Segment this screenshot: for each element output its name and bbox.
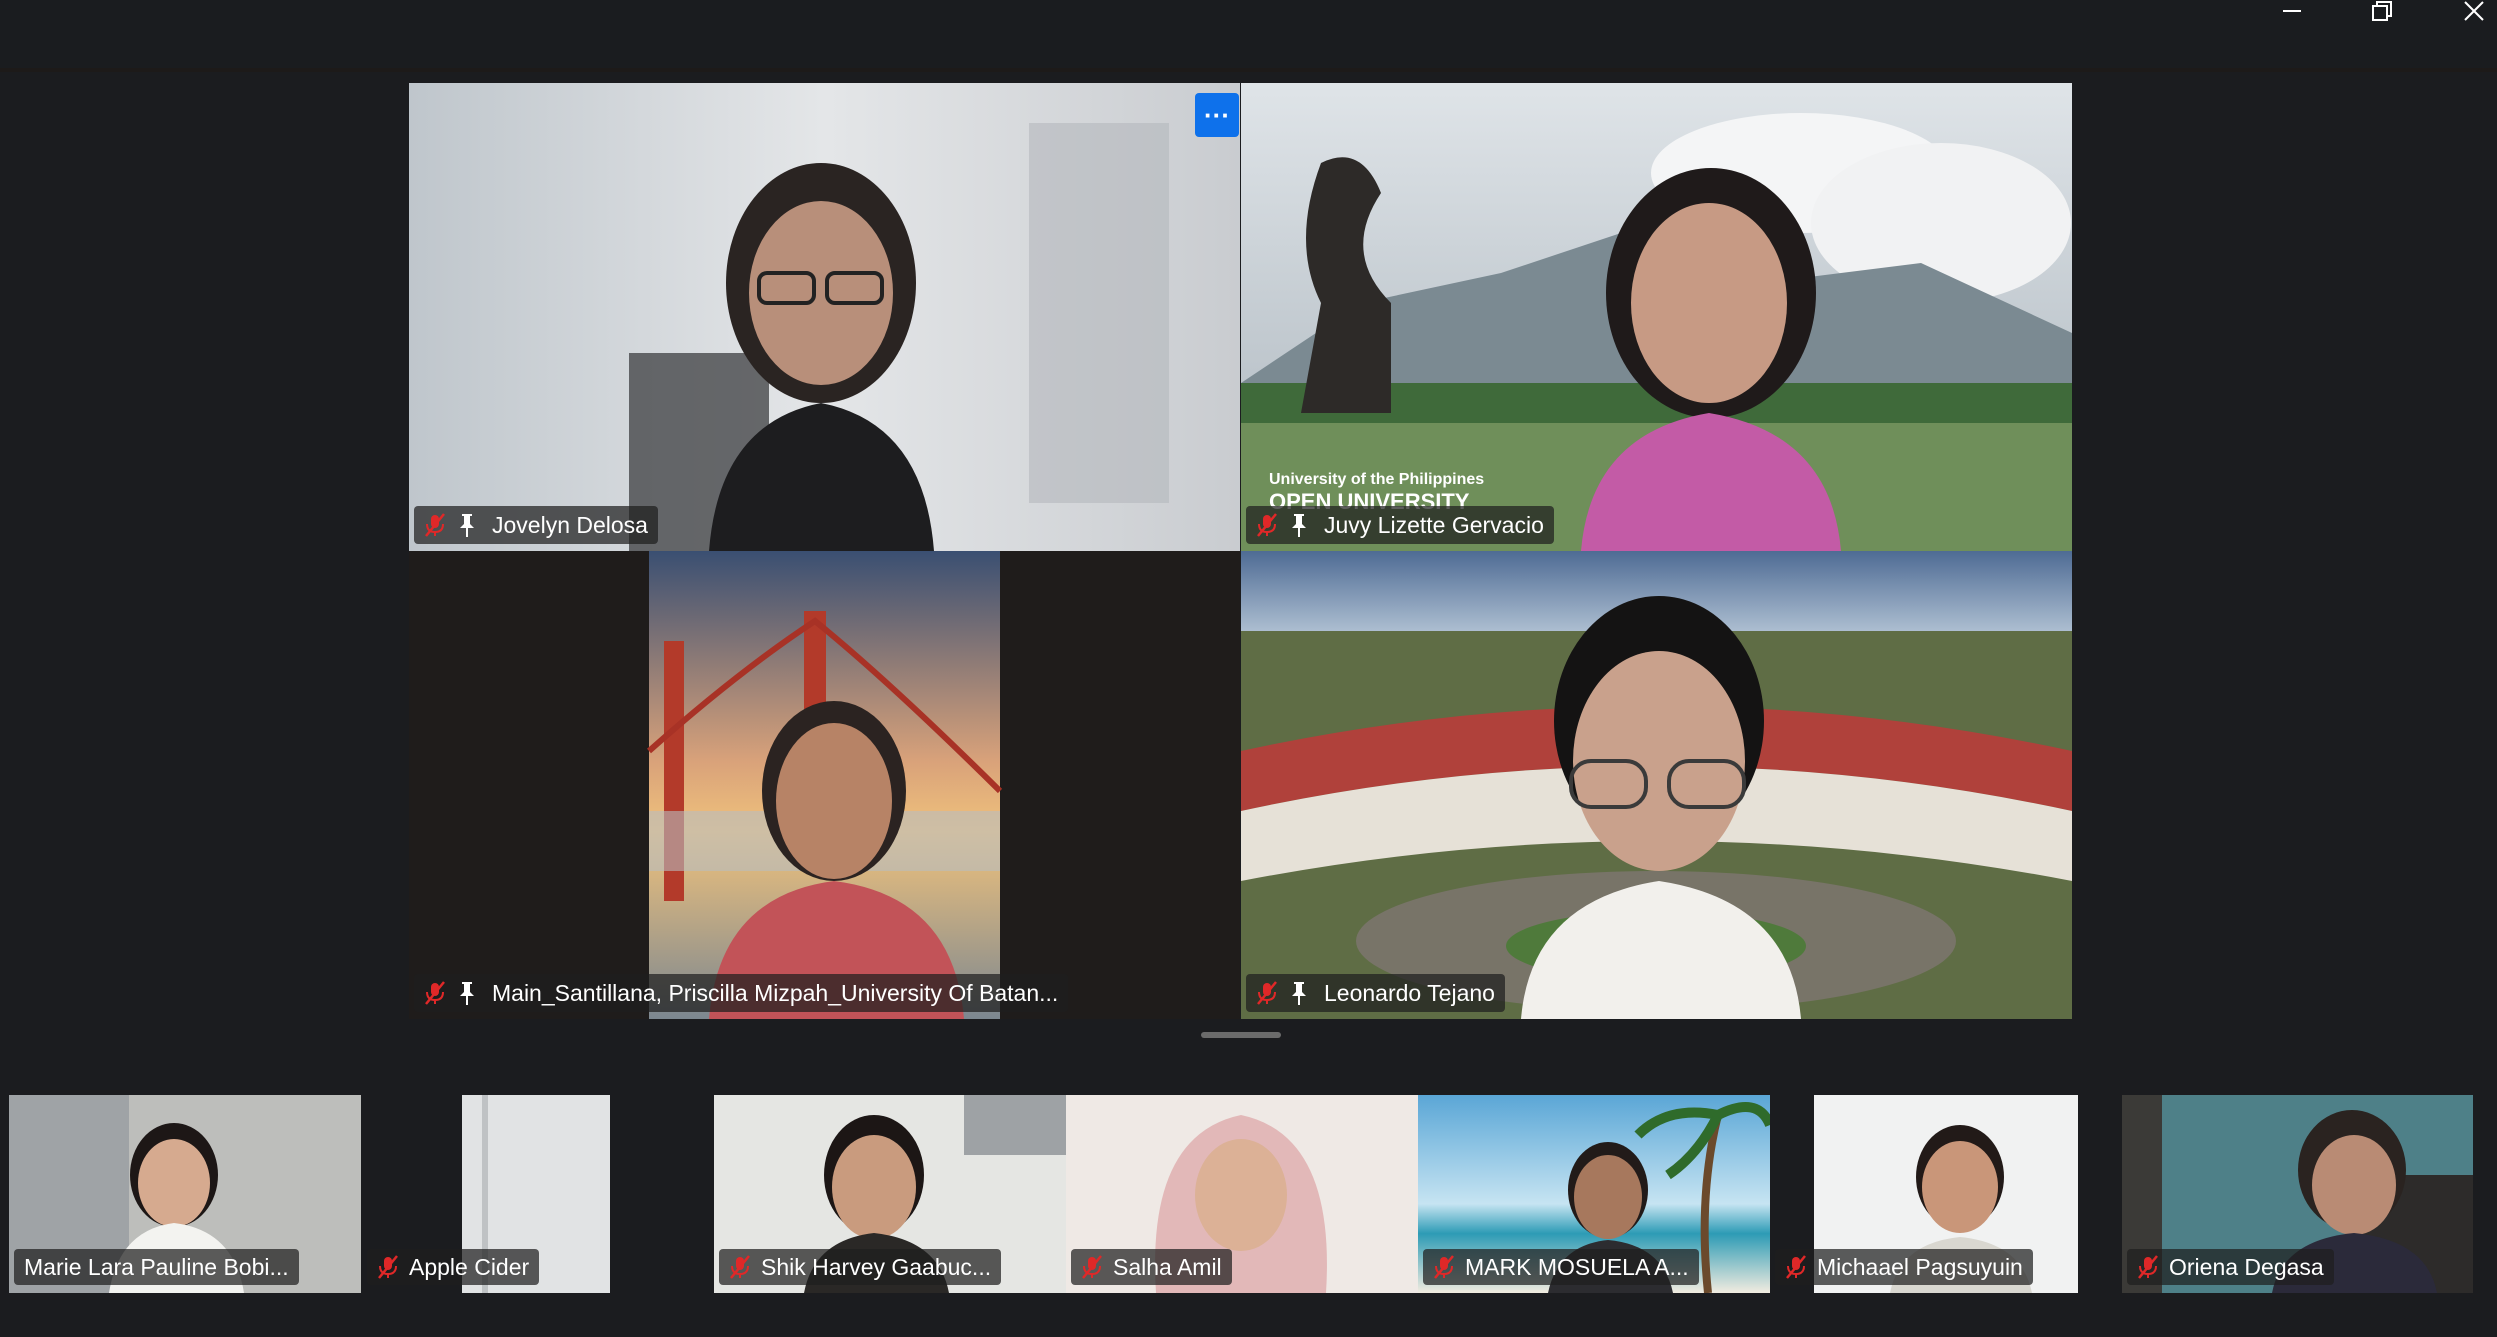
participant-name: Marie Lara Pauline Bobi...	[24, 1253, 289, 1280]
gallery-tile-michaael-pagsuyuin[interactable]: Michaael Pagsuyuin	[1770, 1095, 2122, 1293]
participant-name: Leonardo Tejano	[1324, 979, 1495, 1006]
mic-muted-icon	[1257, 513, 1277, 537]
participant-name-tag: MARK MOSUELA A...	[1423, 1249, 1699, 1285]
more-options-button[interactable]: ···	[1195, 93, 1239, 137]
pin-icon	[460, 982, 474, 1005]
title-bar-divider	[0, 68, 2497, 72]
participant-name-tag: Main_Santillana, Priscilla Mizpah_Univer…	[414, 974, 1069, 1012]
participant-name-tag: Shik Harvey Gaabuc...	[719, 1249, 1002, 1285]
participant-name: Michaael Pagsuyuin	[1817, 1253, 2023, 1280]
participant-name-tag: Michaael Pagsuyuin	[1775, 1249, 2033, 1285]
participant-name: Salha Amil	[1113, 1253, 1222, 1280]
mic-muted-icon	[1786, 1255, 1806, 1279]
participant-name-tag: Oriena Degasa	[2127, 1249, 2334, 1285]
participant-name: MARK MOSUELA A...	[1465, 1253, 1689, 1280]
participant-name-tag: Salha Amil	[1071, 1249, 1232, 1285]
participant-name: Oriena Degasa	[2169, 1253, 2324, 1280]
participant-name: Apple Cider	[409, 1253, 530, 1280]
gallery-resize-handle[interactable]	[1201, 1032, 1281, 1038]
video-tile-main-santillana[interactable]: Main_Santillana, Priscilla Mizpah_Univer…	[409, 551, 1240, 1019]
video-tile-juvy-lizette-gervacio[interactable]: University of the Philippines OPEN UNIVE…	[1241, 83, 2072, 551]
gallery-tile-salha-amil[interactable]: Salha Amil	[1066, 1095, 1418, 1293]
pin-icon	[460, 514, 474, 537]
mic-muted-icon	[425, 981, 445, 1005]
mic-muted-icon	[1257, 981, 1277, 1005]
video-tile-jovelyn-delosa[interactable]: ··· Jovelyn Delosa	[409, 83, 1240, 551]
participant-name: Shik Harvey Gaabuc...	[761, 1253, 992, 1280]
title-bar	[0, 0, 2497, 72]
gallery-tile-oriena-degasa[interactable]: Oriena Degasa	[2122, 1095, 2473, 1293]
participant-video	[409, 83, 1240, 551]
mic-muted-icon	[730, 1255, 750, 1279]
restore-icon[interactable]	[2352, 0, 2412, 24]
mic-muted-icon	[1082, 1255, 1102, 1279]
participant-video	[1241, 551, 2072, 1019]
mic-muted-icon	[425, 513, 445, 537]
gallery-tile-apple-cider[interactable]: Apple Cider	[362, 1095, 714, 1293]
participant-name-tag: Juvy Lizette Gervacio	[1246, 506, 1554, 544]
participant-name-tag: Leonardo Tejano	[1246, 974, 1505, 1012]
participant-name: Juvy Lizette Gervacio	[1324, 511, 1544, 538]
participant-name: Jovelyn Delosa	[492, 511, 648, 538]
minimize-icon[interactable]	[2262, 0, 2322, 24]
participant-name-tag: Jovelyn Delosa	[414, 506, 658, 544]
close-icon[interactable]	[2444, 0, 2497, 24]
video-tile-leonardo-tejano[interactable]: Leonardo Tejano	[1241, 551, 2072, 1019]
participant-name-tag: Apple Cider	[367, 1249, 540, 1285]
mic-muted-icon	[1434, 1255, 1454, 1279]
background-text-university: University of the Philippines	[1269, 471, 1485, 488]
pin-icon	[1292, 982, 1306, 1005]
pin-icon	[1292, 514, 1306, 537]
gallery-tile-mark-mosuela[interactable]: MARK MOSUELA A...	[1418, 1095, 1770, 1293]
participant-name-tag: Marie Lara Pauline Bobi...	[14, 1249, 299, 1285]
mic-muted-icon	[378, 1255, 398, 1279]
participant-name: Main_Santillana, Priscilla Mizpah_Univer…	[492, 979, 1059, 1006]
participant-video	[409, 551, 1240, 1019]
gallery-tile-shik-harvey[interactable]: Shik Harvey Gaabuc...	[714, 1095, 1066, 1293]
mic-muted-icon	[2138, 1255, 2158, 1279]
gallery-tile-marie-lara[interactable]: Marie Lara Pauline Bobi...	[9, 1095, 361, 1293]
